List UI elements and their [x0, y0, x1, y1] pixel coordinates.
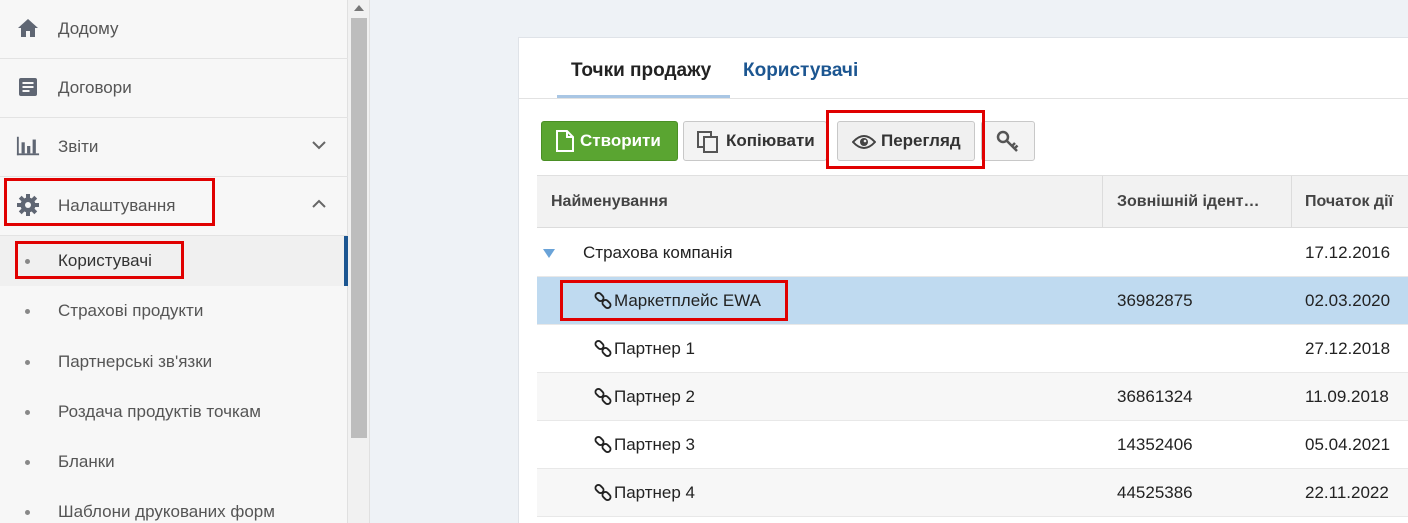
sidebar-subitem-label: Страхові продукти	[58, 301, 204, 320]
highlight-users	[15, 241, 184, 279]
new-document-icon	[556, 130, 574, 152]
cell-name: Партнер 4	[614, 483, 696, 502]
sidebar-item-home[interactable]: Додому	[0, 0, 348, 59]
tab-users[interactable]: Користувачі	[743, 60, 858, 82]
key-icon	[996, 130, 1020, 154]
column-header-name[interactable]: Найменування	[551, 176, 668, 228]
link-icon	[594, 421, 612, 469]
sidebar-subitem-product-distribution[interactable]: Роздача продуктів точкам	[0, 387, 348, 437]
sidebar-item-contracts[interactable]: Договори	[0, 59, 348, 118]
create-button-label: Створити	[580, 131, 661, 150]
sidebar-subitem-print-templates[interactable]: Шаблони друкованих форм	[0, 487, 348, 523]
sidebar-subitem-label: Роздача продуктів точкам	[58, 402, 261, 421]
cell-external-id: 36982875	[1117, 291, 1193, 310]
cell-start-date: 27.12.2018	[1305, 339, 1391, 358]
tabs-divider	[519, 98, 1408, 99]
table-row[interactable]: Партнер 4 44525386 22.11.2022	[537, 469, 1408, 517]
sidebar-subitem-label: Шаблони друкованих форм	[58, 502, 275, 521]
chevron-down-icon[interactable]	[310, 136, 328, 154]
cell-start-date: 05.04.2021	[1305, 435, 1391, 454]
cell-external-id: 36861324	[1117, 387, 1193, 406]
document-icon	[16, 75, 40, 99]
highlight-settings	[4, 178, 215, 226]
home-icon	[16, 16, 40, 40]
expand-triangle-icon[interactable]	[543, 249, 555, 258]
sidebar-item-label: Додому	[58, 19, 119, 38]
bullet-icon	[25, 409, 30, 415]
bullet-icon	[25, 459, 30, 465]
cell-name: Партнер 3	[614, 435, 696, 454]
bullet-icon	[25, 359, 30, 365]
table-row[interactable]: Страхова компанія 17.12.2016	[537, 229, 1408, 277]
cell-external-id: 14352406	[1117, 435, 1193, 454]
table-row[interactable]: Партнер 2 36861324 11.09.2018	[537, 373, 1408, 421]
column-header-external-id[interactable]: Зовнішній ідент…	[1117, 176, 1289, 228]
bullet-icon	[25, 509, 30, 515]
cell-start-date: 22.11.2022	[1305, 483, 1389, 502]
chevron-up-icon[interactable]	[310, 195, 328, 213]
bar-chart-icon	[16, 134, 40, 158]
copy-icon	[696, 130, 720, 154]
cell-name: Партнер 1	[614, 339, 696, 358]
create-button[interactable]: Створити	[541, 121, 678, 161]
key-button[interactable]	[981, 121, 1035, 161]
sidebar-item-label: Договори	[58, 78, 132, 97]
sidebar-subitem-insurance-products[interactable]: Страхові продукти	[0, 286, 348, 336]
sidebar-subitem-label: Партнерські зв'язки	[58, 352, 213, 371]
table-header: Найменування Зовнішній ідент… Початок ді…	[537, 175, 1408, 228]
column-divider[interactable]	[1291, 176, 1292, 228]
scrollbar-thumb[interactable]	[351, 18, 367, 438]
bullet-icon	[25, 308, 30, 314]
column-header-start-date[interactable]: Початок дії	[1305, 176, 1393, 228]
cell-name: Страхова компанія	[583, 243, 733, 262]
cell-start-date: 02.03.2020	[1305, 291, 1391, 310]
link-icon	[594, 373, 612, 421]
sidebar-item-label: Звіти	[58, 137, 99, 156]
table-row[interactable]: Партнер 3 14352406 05.04.2021	[537, 421, 1408, 469]
highlight-view-button	[826, 110, 985, 169]
link-icon	[594, 325, 612, 373]
cell-external-id: 44525386	[1117, 483, 1193, 502]
tab-sales-points[interactable]: Точки продажу	[571, 60, 711, 82]
sidebar-subitem-forms[interactable]: Бланки	[0, 437, 348, 487]
highlight-marketplace-row	[560, 280, 788, 321]
copy-button[interactable]: Копіювати	[683, 121, 827, 161]
sidebar-scrollbar[interactable]	[348, 0, 370, 523]
sidebar-subitem-partner-links[interactable]: Партнерські зв'язки	[0, 337, 348, 387]
table-row[interactable]: Партнер 1 27.12.2018	[537, 325, 1408, 373]
cell-start-date: 17.12.2016	[1305, 243, 1391, 262]
cell-name: Партнер 2	[614, 387, 696, 406]
link-icon	[594, 469, 612, 517]
copy-button-label: Копіювати	[726, 131, 815, 150]
cell-start-date: 11.09.2018	[1305, 387, 1389, 406]
sidebar-subitem-label: Бланки	[58, 452, 115, 471]
scroll-up-arrow-icon[interactable]	[354, 5, 364, 11]
column-divider[interactable]	[1102, 176, 1103, 228]
sidebar-item-reports[interactable]: Звіти	[0, 118, 348, 177]
